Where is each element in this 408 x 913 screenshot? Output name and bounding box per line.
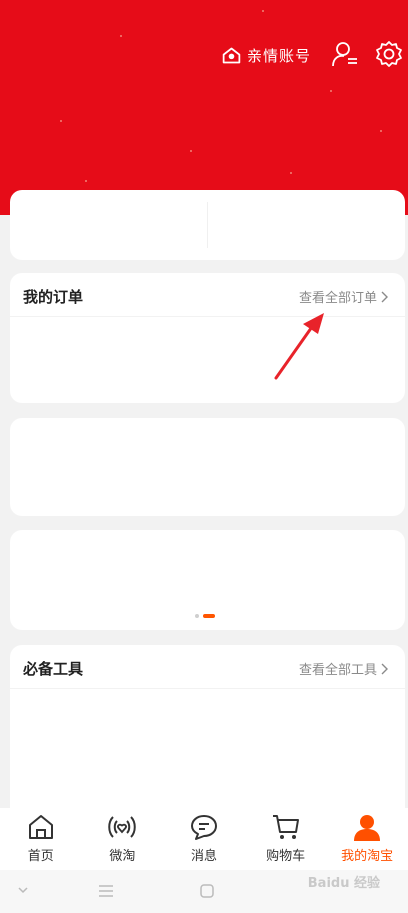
banner-card[interactable]	[10, 530, 405, 630]
tab-my-taobao-label: 我的淘宝	[341, 849, 394, 864]
chevron-right-icon	[381, 663, 388, 674]
orders-title: 我的订单	[23, 288, 84, 306]
family-account-label: 亲情账号	[247, 46, 312, 65]
home-shield-icon	[222, 47, 241, 63]
view-all-orders-link[interactable]: 查看全部订单	[299, 287, 389, 306]
tools-title: 必备工具	[23, 660, 84, 678]
tab-home-label: 首页	[27, 849, 54, 864]
cart-icon	[272, 815, 299, 839]
chat-bubble-icon	[190, 815, 217, 840]
assets-card	[10, 190, 405, 260]
orders-card-header: 我的订单 查看全部订单	[10, 273, 405, 317]
tab-messages[interactable]: 消息	[163, 808, 245, 870]
broadcast-heart-icon	[108, 816, 137, 838]
tab-messages-label: 消息	[190, 849, 217, 864]
gear-icon[interactable]	[375, 40, 403, 68]
menu-icon[interactable]	[98, 883, 114, 899]
profile-header: 亲情账号	[0, 0, 408, 215]
annotation-arrow-icon	[274, 313, 324, 380]
view-all-tools-link[interactable]: 查看全部工具	[299, 659, 389, 678]
banner-dot-2	[203, 614, 215, 618]
family-account-button[interactable]: 亲情账号	[221, 42, 311, 68]
chevron-down-icon[interactable]	[16, 883, 30, 897]
tab-weitao-label: 微淘	[109, 849, 136, 864]
profile-icon	[354, 815, 381, 841]
services-card	[10, 418, 405, 516]
tools-card-header: 必备工具 查看全部工具	[10, 645, 405, 689]
tab-my-taobao[interactable]: 我的淘宝	[326, 808, 408, 870]
home-icon	[28, 815, 53, 839]
orders-card: 我的订单 查看全部订单	[10, 273, 405, 403]
assets-divider	[207, 202, 208, 248]
user-list-icon[interactable]	[331, 40, 359, 68]
chevron-right-icon	[381, 291, 388, 302]
view-all-orders-label: 查看全部订单	[298, 291, 377, 306]
tab-cart[interactable]: 购物车	[245, 808, 327, 870]
tab-home[interactable]: 首页	[0, 808, 82, 870]
watermark: Baidu 经验	[307, 876, 380, 891]
banner-dot-1	[195, 614, 199, 618]
view-all-tools-label: 查看全部工具	[298, 663, 377, 678]
bottom-tab-bar: 首页 微淘 消息 购物车 我的淘宝	[0, 808, 408, 870]
tab-weitao[interactable]: 微淘	[82, 808, 164, 870]
home-square-icon[interactable]	[199, 883, 215, 899]
tab-cart-label: 购物车	[266, 849, 306, 864]
banner-page-indicator	[195, 614, 215, 618]
tools-card: 必备工具 查看全部工具	[10, 645, 405, 825]
